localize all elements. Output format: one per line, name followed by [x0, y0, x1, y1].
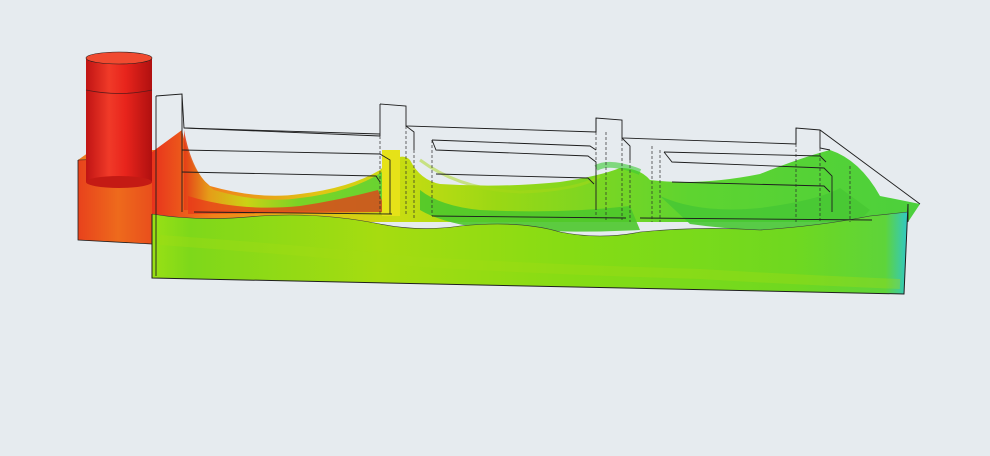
sprue-cylinder [85, 51, 153, 188]
simulation-scene [77, 51, 921, 295]
3d-viewport[interactable] [0, 0, 990, 456]
